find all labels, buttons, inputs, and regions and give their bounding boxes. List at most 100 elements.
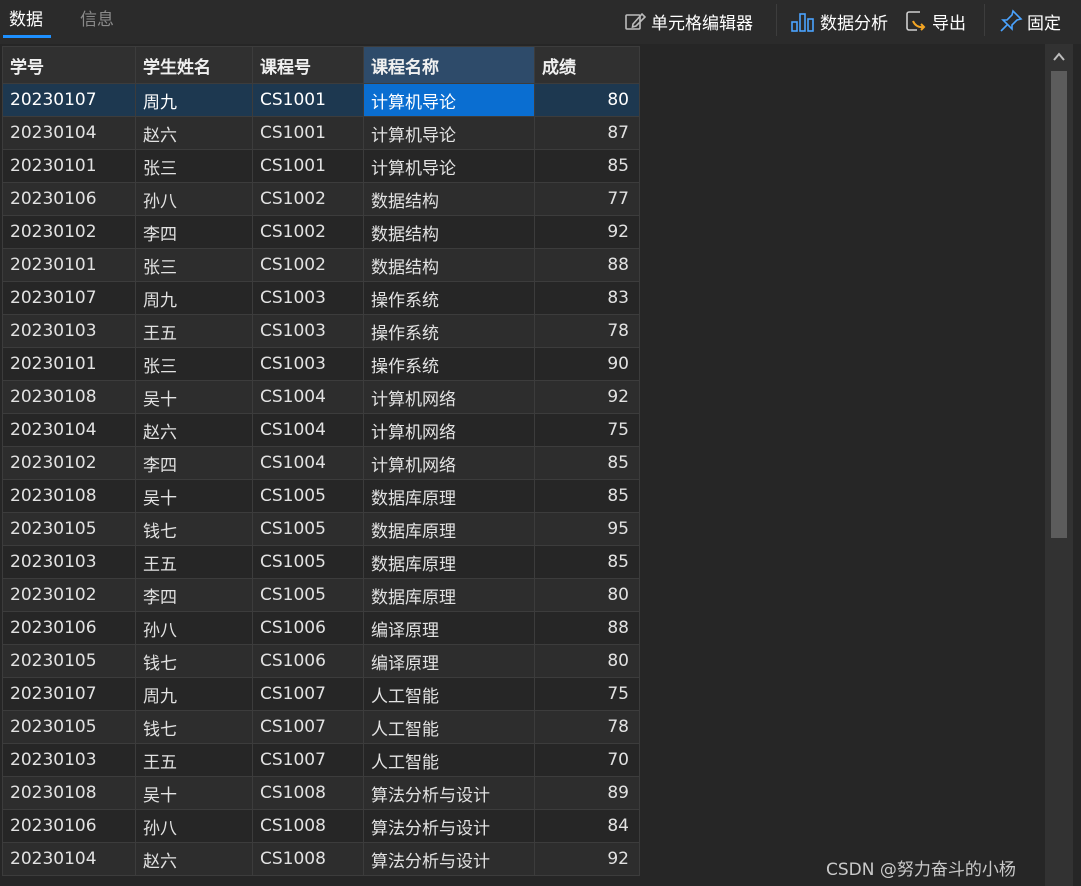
cell-student-name[interactable]: 张三 [135, 347, 253, 381]
table-row[interactable]: 20230107 周九 CS1003 操作系统 83 [2, 281, 640, 315]
cell-course-id[interactable]: CS1001 [252, 83, 364, 117]
table-row[interactable]: 20230106 孙八 CS1002 数据结构 77 [2, 182, 640, 216]
cell-student-id[interactable]: 20230106 [2, 809, 136, 843]
cell-course-name[interactable]: 算法分析与设计 [363, 809, 535, 843]
table-row[interactable]: 20230108 吴十 CS1004 计算机网络 92 [2, 380, 640, 414]
cell-course-id[interactable]: CS1005 [252, 479, 364, 513]
cell-score[interactable]: 75 [534, 677, 640, 711]
cell-course-id[interactable]: CS1007 [252, 743, 364, 777]
cell-student-id[interactable]: 20230108 [2, 776, 136, 810]
cell-score[interactable]: 92 [534, 842, 640, 876]
cell-course-id[interactable]: CS1006 [252, 611, 364, 645]
cell-course-id[interactable]: CS1008 [252, 842, 364, 876]
cell-student-id[interactable]: 20230101 [2, 248, 136, 282]
cell-student-name[interactable]: 周九 [135, 677, 253, 711]
cell-course-name[interactable]: 数据库原理 [363, 479, 535, 513]
cell-student-name[interactable]: 赵六 [135, 116, 253, 150]
cell-course-id[interactable]: CS1008 [252, 809, 364, 843]
cell-student-name[interactable]: 李四 [135, 215, 253, 249]
data-analysis-button[interactable]: 数据分析 [790, 6, 888, 36]
cell-score[interactable]: 80 [534, 644, 640, 678]
cell-course-name[interactable]: 算法分析与设计 [363, 776, 535, 810]
cell-score[interactable]: 84 [534, 809, 640, 843]
column-header-student-id[interactable]: 学号 [2, 46, 136, 84]
cell-student-id[interactable]: 20230103 [2, 314, 136, 348]
cell-course-name[interactable]: 计算机网络 [363, 413, 535, 447]
table-row[interactable]: 20230103 王五 CS1007 人工智能 70 [2, 743, 640, 777]
cell-course-name[interactable]: 数据结构 [363, 248, 535, 282]
cell-student-id[interactable]: 20230106 [2, 182, 136, 216]
cell-course-id[interactable]: CS1006 [252, 644, 364, 678]
table-row[interactable]: 20230106 孙八 CS1006 编译原理 88 [2, 611, 640, 645]
column-header-course-id[interactable]: 课程号 [252, 46, 364, 84]
table-row[interactable]: 20230105 钱七 CS1007 人工智能 78 [2, 710, 640, 744]
cell-score[interactable]: 87 [534, 116, 640, 150]
cell-student-id[interactable]: 20230102 [2, 578, 136, 612]
cell-student-name[interactable]: 张三 [135, 149, 253, 183]
cell-course-id[interactable]: CS1003 [252, 281, 364, 315]
table-row[interactable]: 20230104 赵六 CS1001 计算机导论 87 [2, 116, 640, 150]
table-row[interactable]: 20230102 李四 CS1005 数据库原理 80 [2, 578, 640, 612]
cell-course-id[interactable]: CS1002 [252, 182, 364, 216]
cell-student-id[interactable]: 20230107 [2, 83, 136, 117]
cell-score[interactable]: 75 [534, 413, 640, 447]
cell-course-name[interactable]: 计算机网络 [363, 446, 535, 480]
cell-score[interactable]: 90 [534, 347, 640, 381]
cell-student-name[interactable]: 王五 [135, 545, 253, 579]
cell-course-name[interactable]: 数据结构 [363, 182, 535, 216]
cell-course-name[interactable]: 人工智能 [363, 743, 535, 777]
cell-student-id[interactable]: 20230108 [2, 479, 136, 513]
cell-student-name[interactable]: 周九 [135, 281, 253, 315]
cell-student-id[interactable]: 20230107 [2, 677, 136, 711]
cell-student-id[interactable]: 20230104 [2, 842, 136, 876]
table-row[interactable]: 20230107 周九 CS1001 计算机导论 80 [2, 83, 640, 117]
table-row[interactable]: 20230103 王五 CS1005 数据库原理 85 [2, 545, 640, 579]
cell-score[interactable]: 95 [534, 512, 640, 546]
cell-student-name[interactable]: 钱七 [135, 512, 253, 546]
cell-student-name[interactable]: 赵六 [135, 413, 253, 447]
cell-course-id[interactable]: CS1004 [252, 380, 364, 414]
tab-data[interactable]: 数据 [9, 8, 43, 32]
cell-course-id[interactable]: CS1007 [252, 710, 364, 744]
cell-course-id[interactable]: CS1004 [252, 446, 364, 480]
cell-student-name[interactable]: 钱七 [135, 710, 253, 744]
cell-student-id[interactable]: 20230101 [2, 347, 136, 381]
cell-student-id[interactable]: 20230107 [2, 281, 136, 315]
cell-student-id[interactable]: 20230105 [2, 644, 136, 678]
table-row[interactable]: 20230108 吴十 CS1005 数据库原理 85 [2, 479, 640, 513]
cell-student-id[interactable]: 20230102 [2, 215, 136, 249]
cell-course-name[interactable]: 数据库原理 [363, 512, 535, 546]
cell-course-name[interactable]: 操作系统 [363, 347, 535, 381]
cell-score[interactable]: 85 [534, 149, 640, 183]
cell-student-id[interactable]: 20230102 [2, 446, 136, 480]
cell-course-name[interactable]: 计算机导论 [363, 116, 535, 150]
cell-course-name[interactable]: 编译原理 [363, 611, 535, 645]
cell-course-id[interactable]: CS1004 [252, 413, 364, 447]
cell-course-name[interactable]: 编译原理 [363, 644, 535, 678]
tab-info[interactable]: 信息 [80, 8, 114, 32]
table-row[interactable]: 20230105 钱七 CS1005 数据库原理 95 [2, 512, 640, 546]
column-header-score[interactable]: 成绩 [534, 46, 640, 84]
cell-course-name[interactable]: 数据结构 [363, 215, 535, 249]
cell-course-name[interactable]: 计算机导论 [363, 83, 535, 117]
cell-score[interactable]: 85 [534, 446, 640, 480]
cell-course-id[interactable]: CS1002 [252, 248, 364, 282]
cell-course-id[interactable]: CS1001 [252, 149, 364, 183]
table-row[interactable]: 20230108 吴十 CS1008 算法分析与设计 89 [2, 776, 640, 810]
cell-course-id[interactable]: CS1003 [252, 347, 364, 381]
column-header-course-name[interactable]: 课程名称 [363, 46, 535, 84]
column-header-student-name[interactable]: 学生姓名 [135, 46, 253, 84]
cell-course-name[interactable]: 数据库原理 [363, 545, 535, 579]
cell-student-id[interactable]: 20230101 [2, 149, 136, 183]
pin-button[interactable]: 固定 [999, 6, 1061, 36]
cell-score[interactable]: 80 [534, 578, 640, 612]
cell-course-name[interactable]: 人工智能 [363, 677, 535, 711]
cell-score[interactable]: 77 [534, 182, 640, 216]
cell-score[interactable]: 78 [534, 314, 640, 348]
cell-student-name[interactable]: 吴十 [135, 479, 253, 513]
table-row[interactable]: 20230104 赵六 CS1004 计算机网络 75 [2, 413, 640, 447]
cell-student-name[interactable]: 李四 [135, 446, 253, 480]
cell-course-id[interactable]: CS1005 [252, 512, 364, 546]
cell-student-name[interactable]: 李四 [135, 578, 253, 612]
cell-student-name[interactable]: 钱七 [135, 644, 253, 678]
